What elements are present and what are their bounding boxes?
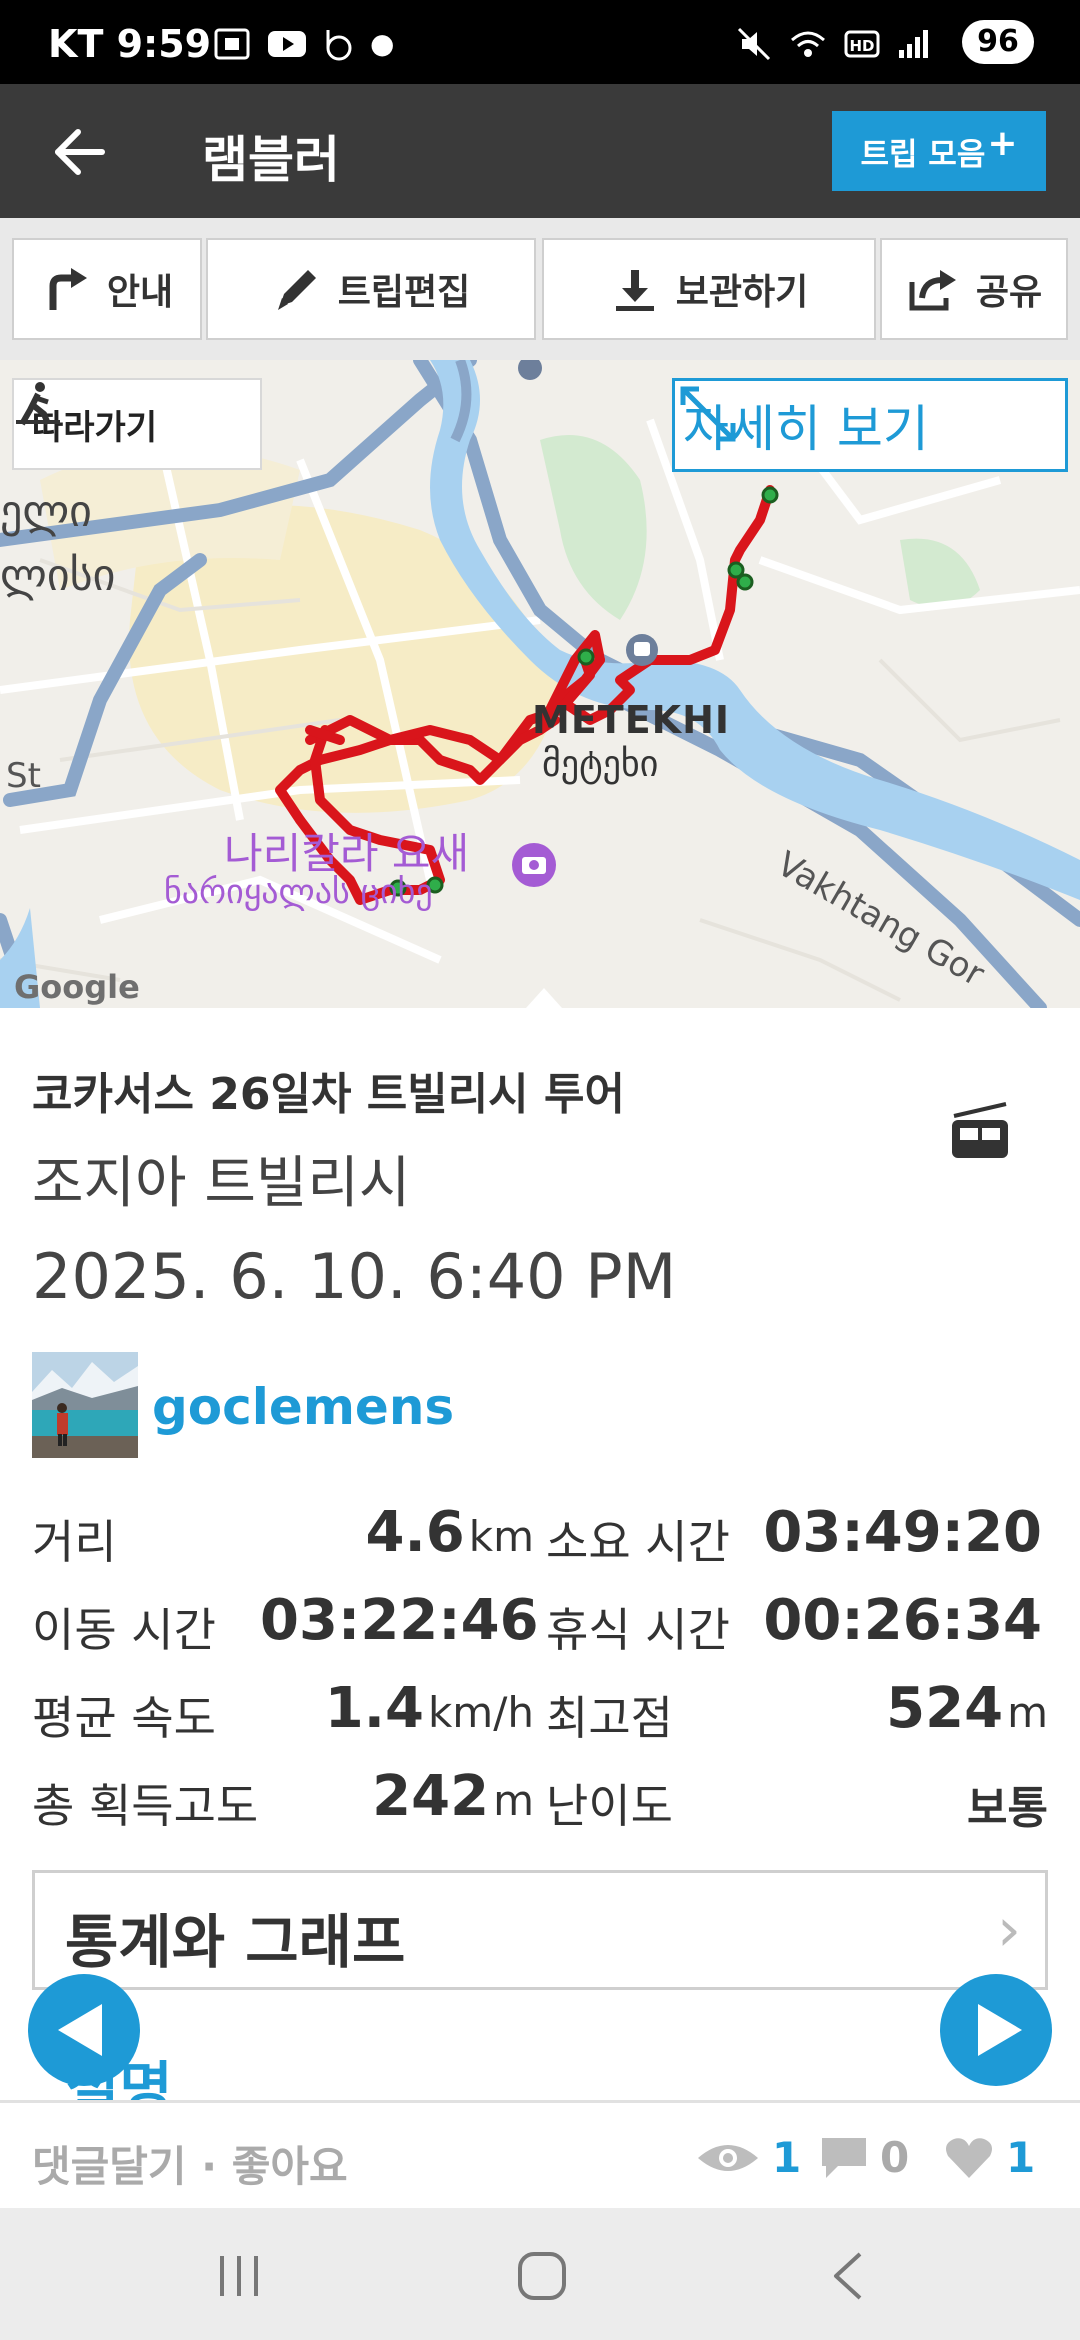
view-detail-button[interactable]: 자세히 보기: [672, 378, 1068, 472]
previous-button[interactable]: [28, 1974, 140, 2086]
highest-value: 524m: [760, 1676, 1048, 1741]
difficulty-label: 난이도: [546, 1779, 673, 1833]
difficulty-value: 보통: [967, 1783, 1048, 1834]
map-label-narikala-georgian: ნარიყალას ციხე: [164, 872, 433, 912]
trip-collection-label: 트립 모음: [860, 136, 986, 173]
google-logo: Google: [14, 968, 140, 1006]
recent-apps-icon[interactable]: [214, 2252, 264, 2300]
duration-value: 03:49:20: [763, 1500, 1042, 1565]
save-label: 보관하기: [675, 272, 809, 313]
route-map[interactable]: METEKHI მეტეხი 나리칼라 요새 ნარიყალას ციხე Va…: [0, 360, 1080, 1008]
download-icon: [615, 270, 654, 311]
mute-icon: [737, 27, 771, 61]
map-label-metekhi: METEKHI: [532, 698, 731, 742]
comments-count: 0: [880, 2133, 910, 2182]
b-app-icon: [326, 30, 352, 61]
distance-unit: km: [468, 1512, 534, 1561]
share-button[interactable]: 공유: [880, 238, 1068, 340]
plus-icon: +: [987, 122, 1018, 164]
highest-number: 524: [886, 1676, 1004, 1741]
cable-car-icon: [952, 1102, 1008, 1158]
elevation-gain-label: 총 획득고도: [32, 1779, 259, 1833]
next-button[interactable]: [940, 1974, 1052, 2086]
avg-speed-label: 평균 속도: [32, 1691, 216, 1745]
hiker-icon: [16, 382, 60, 426]
svg-text:HD: HD: [849, 37, 874, 55]
chevron-right-icon: ›: [997, 1895, 1021, 1965]
youtube-icon: [268, 31, 306, 57]
heart-icon: [946, 2137, 992, 2178]
elevation-gain-value: 242m: [300, 1764, 534, 1829]
expand-icon: [680, 386, 736, 442]
share-label: 공유: [975, 272, 1043, 313]
wifi-icon: [791, 31, 825, 57]
guide-label: 안내: [106, 272, 174, 313]
trip-content: 코카서스 26일차 트빌리시 투어 조지아 트빌리시 2025. 6. 10. …: [0, 1008, 1080, 2123]
dot-icon: ●: [370, 27, 395, 60]
battery-indicator: 96: [962, 20, 1034, 64]
rest-time-label: 휴식 시간: [546, 1603, 730, 1657]
distance-label: 거리: [32, 1515, 117, 1569]
app-bar: 램블러 트립 모음 +: [0, 84, 1080, 218]
likes-count: 1: [1006, 2133, 1036, 2182]
status-bar: KT 9:59 ● HD 96: [0, 0, 1080, 84]
user-avatar[interactable]: [32, 1352, 138, 1458]
avg-speed-value: 1.4km/h: [300, 1676, 534, 1741]
play-left-icon: [58, 2004, 102, 2056]
rest-time-value: 00:26:34: [763, 1588, 1042, 1653]
views-count: 1: [772, 2133, 802, 2182]
share-icon: [909, 270, 956, 311]
avatar-image: [32, 1352, 138, 1458]
app-title: 램블러: [202, 131, 340, 189]
back-nav-icon[interactable]: [828, 2250, 868, 2302]
distance-value: 4.6km: [300, 1500, 534, 1565]
moving-time-label: 이동 시간: [32, 1603, 216, 1657]
hd-icon: HD: [844, 30, 880, 58]
save-button[interactable]: 보관하기: [542, 238, 876, 340]
trip-date: 2025. 6. 10. 6:40 PM: [32, 1240, 677, 1313]
bottom-bar: 댓글달기 · 좋아요 1 0 1: [0, 2100, 1080, 2208]
carrier-time: KT 9:59: [48, 22, 212, 66]
turn-arrow-icon: [49, 268, 87, 310]
trip-name: 코카서스 26일차 트빌리시 투어: [32, 1069, 625, 1120]
map-label-metekhi-georgian: მეტეხი: [542, 744, 659, 785]
map-label-geo2: ლისი: [0, 550, 116, 601]
highest-unit: m: [1007, 1688, 1048, 1737]
signal-icon: [899, 30, 928, 58]
duration-label: 소요 시간: [546, 1515, 730, 1569]
views-stat: 1: [696, 2133, 801, 2182]
stats-graph-label: 통계와 그래프: [65, 1908, 406, 1976]
username-link[interactable]: goclemens: [152, 1378, 454, 1436]
moving-time-value: 03:22:46: [260, 1588, 539, 1653]
comment-icon: [822, 2137, 866, 2178]
edit-trip-label: 트립편집: [337, 272, 471, 313]
follow-button[interactable]: 따라가기: [12, 378, 262, 470]
highest-label: 최고점: [546, 1691, 673, 1745]
avg-speed-unit: km/h: [427, 1688, 534, 1737]
map-label-st: St: [6, 756, 41, 796]
system-navigation-bar: [0, 2208, 1080, 2340]
distance-number: 4.6: [365, 1500, 465, 1565]
trip-location: 조지아 트빌리시: [32, 1151, 411, 1216]
stats-graph-row[interactable]: 통계와 그래프 ›: [32, 1870, 1048, 1990]
trip-collection-button[interactable]: 트립 모음 +: [832, 111, 1046, 191]
elevation-gain-unit: m: [493, 1776, 534, 1825]
action-toolbar: 안내 트립편집 보관하기 공유: [0, 218, 1080, 360]
avg-speed-number: 1.4: [324, 1676, 424, 1741]
edit-trip-button[interactable]: 트립편집: [206, 238, 536, 340]
back-arrow-icon[interactable]: [48, 120, 112, 184]
comments-likes-link[interactable]: 댓글달기 · 좋아요: [32, 2133, 348, 2194]
system-icons: HD: [736, 26, 930, 62]
map-label-geo1: ელი: [0, 486, 92, 537]
notification-icons: ●: [212, 26, 394, 62]
home-icon[interactable]: [516, 2250, 568, 2302]
guide-button[interactable]: 안내: [12, 238, 202, 340]
play-right-icon: [978, 2004, 1022, 2056]
pencil-icon: [277, 270, 316, 310]
screenshot-icon: [214, 28, 250, 60]
elevation-gain-number: 242: [372, 1764, 490, 1829]
eye-icon: [698, 2144, 758, 2171]
likes-stat[interactable]: 1: [944, 2133, 1035, 2182]
comments-stat: 0: [820, 2133, 909, 2182]
